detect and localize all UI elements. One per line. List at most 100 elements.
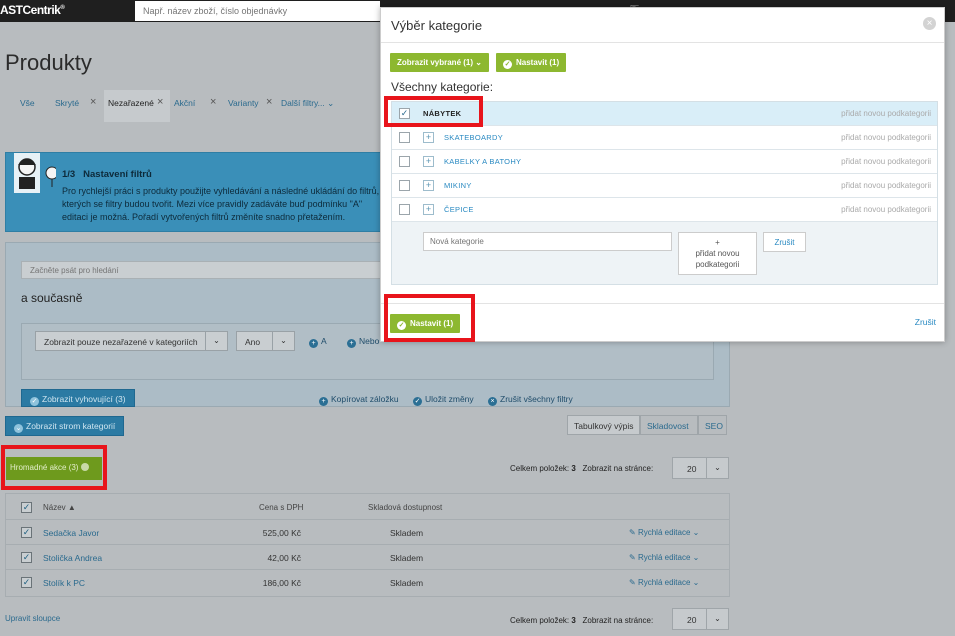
close-icon[interactable]: × [923, 17, 936, 30]
tab-more-filters[interactable]: Další filtry... ⌄ [281, 98, 334, 109]
row-checkbox[interactable]: ✓ [21, 527, 32, 538]
chevron-down-icon: ⌄ [272, 332, 294, 350]
select-all-checkbox[interactable]: ✓ [21, 502, 32, 513]
plus-icon: + [309, 339, 318, 348]
table-row[interactable]: ✓ Stolík k PC 186,00 Kč Skladem ✎ Rychlá… [6, 569, 729, 594]
add-subcategory-link[interactable]: přidat novou podkategorii [841, 181, 931, 190]
chevron-down-icon: ⌄ [327, 98, 335, 108]
tab-variants[interactable]: Varianty [228, 98, 259, 108]
show-matching-button[interactable]: ✓ Zobrazit vyhovující (3) [21, 389, 135, 407]
add-and-button[interactable]: + A [309, 336, 327, 348]
expand-plus-icon[interactable]: + [423, 180, 434, 191]
chevron-down-icon: ⌄ [692, 553, 700, 562]
product-name-link[interactable]: Stolík k PC [43, 578, 85, 588]
help-text: Pro rychlejší práci s produkty použijte … [62, 186, 380, 222]
cancel-all-filters-button[interactable]: × Zrušit všechny filtry [488, 394, 573, 406]
tab-sale[interactable]: Akční [174, 98, 195, 108]
expand-plus-icon[interactable]: + [423, 132, 434, 143]
close-tab-icon[interactable]: × [210, 96, 216, 108]
page-title: Produkty [5, 50, 92, 75]
global-search-input[interactable] [135, 1, 380, 21]
category-name[interactable]: MIKINY [444, 181, 472, 190]
quick-edit-button[interactable]: ✎ Rychlá editace ⌄ [629, 528, 699, 537]
chevron-down-icon: ⌄ [706, 458, 728, 478]
category-checkbox[interactable] [399, 204, 410, 215]
expand-plus-icon[interactable]: + [423, 156, 434, 167]
add-subcategory-link[interactable]: přidat novou podkategorii [841, 133, 931, 142]
category-row[interactable]: + SKATEBOARDY přidat novou podkategorii [392, 126, 937, 150]
add-subcategory-link[interactable]: přidat novou podkategorii [841, 157, 931, 166]
pencil-icon: ✎ [629, 553, 636, 562]
edit-columns-link[interactable]: Upravit sloupce [5, 614, 60, 623]
cancel-new-category-button[interactable]: Zrušit [763, 232, 806, 252]
close-tab-icon[interactable]: × [266, 96, 272, 108]
column-name[interactable]: Název ▲ [43, 503, 76, 512]
condition-select[interactable]: Zobrazit pouze nezařazené v kategoriích … [35, 331, 228, 351]
category-row[interactable]: + ČEPICE přidat novou podkategorii [392, 198, 937, 222]
category-checkbox[interactable] [399, 180, 410, 191]
modal-cancel-link[interactable]: Zrušit [915, 317, 936, 327]
close-tab-icon[interactable]: × [157, 96, 163, 108]
column-stock[interactable]: Skladová dostupnost [368, 503, 442, 512]
pencil-icon: ✎ [629, 578, 636, 587]
filter-subtitle: a současně [21, 291, 83, 305]
row-checkbox[interactable]: ✓ [21, 552, 32, 563]
close-icon: × [488, 397, 497, 406]
pagination-info-bottom: Celkem položek: 3 Zobrazit na stránce: [510, 616, 654, 625]
product-stock: Skladem [390, 528, 424, 538]
add-subcategory-link[interactable]: přidat novou podkategorii [841, 205, 931, 214]
product-price: 42,00 Kč [267, 553, 301, 563]
highlight-furniture-category [384, 96, 483, 127]
modal-title: Výběr kategorie [391, 18, 483, 33]
product-name-link[interactable]: Stolička Andrea [43, 553, 102, 563]
quick-edit-button[interactable]: ✎ Rychlá editace ⌄ [629, 578, 699, 587]
chevron-down-icon: ⌄ [692, 578, 700, 587]
check-icon: ✓ [413, 397, 422, 406]
highlight-bulk-actions [1, 445, 107, 490]
category-checkbox[interactable] [399, 156, 410, 167]
chevron-down-icon: ⌄ [475, 58, 482, 67]
category-row[interactable]: + KABELKY A BATOHY přidat novou podkateg… [392, 150, 937, 174]
show-selected-button[interactable]: Zobrazit vybrané (1) ⌄ [390, 53, 489, 72]
quick-edit-button[interactable]: ✎ Rychlá editace ⌄ [629, 553, 699, 562]
category-name[interactable]: ČEPICE [444, 205, 474, 214]
expand-plus-icon[interactable]: + [423, 204, 434, 215]
value-select[interactable]: Ano ⌄ [236, 331, 295, 351]
category-name[interactable]: SKATEBOARDY [444, 133, 503, 142]
table-row[interactable]: ✓ Stolička Andrea 42,00 Kč Skladem ✎ Ryc… [6, 544, 729, 569]
add-or-button[interactable]: + Nebo [347, 336, 379, 348]
new-category-input[interactable] [423, 232, 672, 251]
check-icon: ✓ [30, 397, 39, 406]
set-button-top[interactable]: ✓ Nastavit (1) [496, 53, 567, 72]
app-logo[interactable]: ASTCentrik® [0, 3, 65, 17]
highlight-set-button [384, 294, 475, 342]
tab-hidden[interactable]: Skryté [55, 98, 79, 108]
add-subcategory-button[interactable]: + přidat novou podkategorii [678, 232, 757, 275]
add-subcategory-link[interactable]: přidat novou podkategorii [841, 109, 931, 118]
product-name-link[interactable]: Sedačka Javor [43, 528, 99, 538]
show-category-tree-button[interactable]: ⌄ Zobrazit strom kategorií [5, 416, 125, 436]
product-tabs: Vše Skryté × Nezařazené × Akční × Varian… [0, 90, 380, 122]
category-name[interactable]: KABELKY A BATOHY [444, 157, 521, 166]
table-row[interactable]: ✓ Sedačka Javor 525,00 Kč Skladem ✎ Rych… [6, 519, 729, 544]
filter-search-input[interactable] [21, 261, 386, 279]
tab-seo-view[interactable]: SEO [698, 415, 727, 435]
category-checkbox[interactable] [399, 132, 410, 143]
tab-all[interactable]: Vše [20, 98, 35, 108]
close-tab-icon[interactable]: × [90, 96, 96, 108]
chevron-down-icon: ⌄ [706, 609, 728, 629]
product-stock: Skladem [390, 553, 424, 563]
per-page-select-bottom[interactable]: 20 ⌄ [672, 608, 729, 630]
copy-bookmark-button[interactable]: + Kopírovat záložku [319, 394, 399, 406]
row-checkbox[interactable]: ✓ [21, 577, 32, 588]
tab-table-view[interactable]: Tabulkový výpis [567, 415, 640, 435]
save-changes-button[interactable]: ✓ Uložit změny [413, 394, 474, 406]
per-page-select-top[interactable]: 20 ⌄ [672, 457, 729, 479]
column-price[interactable]: Cena s DPH [259, 503, 303, 512]
products-table: ✓ Název ▲ Cena s DPH Skladová dostupnost… [5, 493, 730, 597]
tab-stock-view[interactable]: Skladovost [640, 415, 698, 435]
pagination-info-top: Celkem položek: 3 Zobrazit na stránce: [510, 464, 654, 473]
category-row[interactable]: + MIKINY přidat novou podkategorii [392, 174, 937, 198]
category-list: ✓ NÁBYTEK přidat novou podkategorii + SK… [391, 101, 938, 285]
check-icon: ✓ [503, 60, 512, 69]
